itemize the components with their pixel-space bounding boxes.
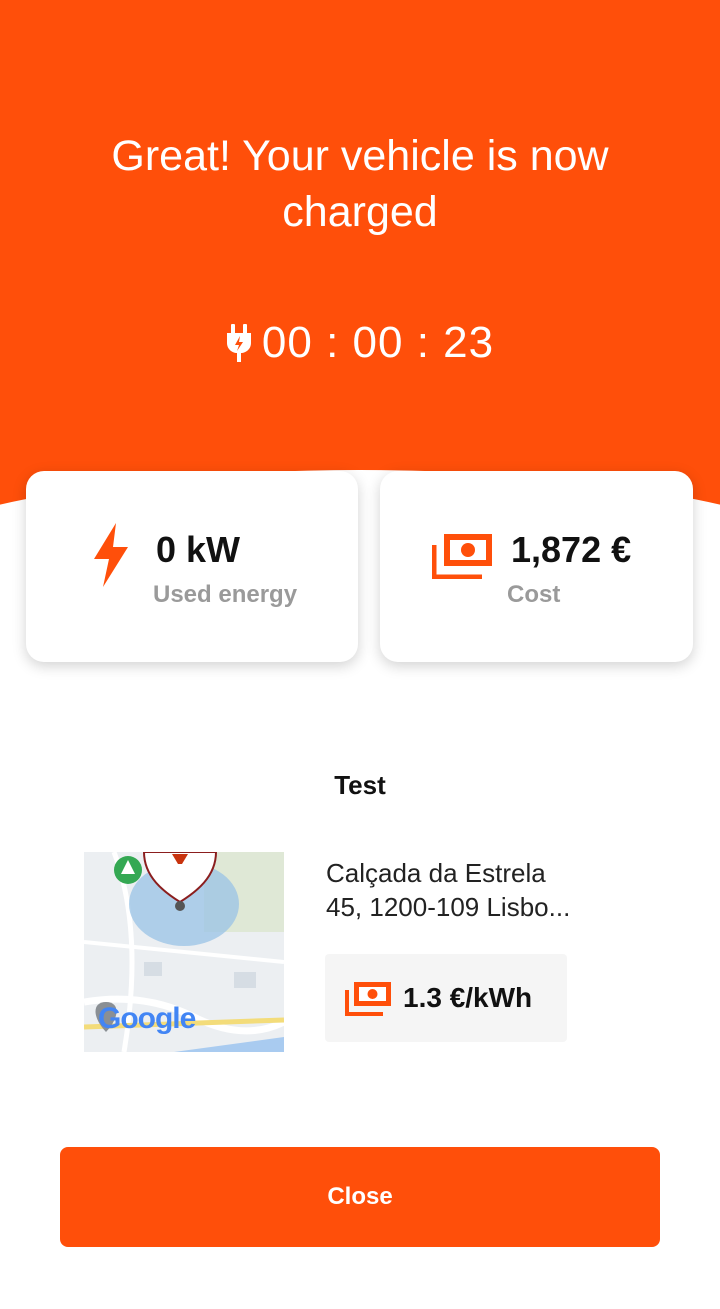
address-line-1: Calçada da Estrela	[326, 858, 546, 888]
cost-card: 1,872 € Cost	[380, 471, 693, 662]
station-name: Test	[334, 770, 386, 800]
money-stack-icon	[345, 980, 393, 1016]
header-banner	[0, 0, 720, 545]
plug-icon	[226, 324, 252, 362]
used-energy-label: Used energy	[153, 581, 298, 608]
close-button[interactable]: Close	[60, 1147, 660, 1247]
google-logo: Google	[98, 1002, 196, 1036]
charging-timer: 00 : 00 : 23	[0, 318, 720, 368]
charging-complete-screen: Great! Your vehicle is now charged 00 : …	[0, 0, 720, 1309]
lightning-bolt-icon	[92, 523, 130, 592]
cost-label: Cost	[507, 581, 561, 608]
station-map[interactable]: Google	[84, 852, 284, 1052]
money-stack-icon	[431, 531, 494, 584]
cost-value: 1,872 €	[511, 529, 632, 570]
timer-value: 00 : 00 : 23	[261, 318, 495, 367]
price-value: 1.3 €/kWh	[403, 982, 533, 1013]
station-address: Calçada da Estrela 45, 1200-109 Lisbo...	[326, 856, 626, 924]
price-badge: 1.3 €/kWh	[325, 954, 567, 1042]
used-energy-value: 0 kW	[156, 529, 241, 570]
address-line-2: 45, 1200-109 Lisbo...	[326, 892, 571, 922]
used-energy-card: 0 kW Used energy	[26, 471, 358, 662]
page-title: Great! Your vehicle is now charged	[111, 132, 609, 236]
google-logo-text: Google	[98, 1002, 196, 1035]
